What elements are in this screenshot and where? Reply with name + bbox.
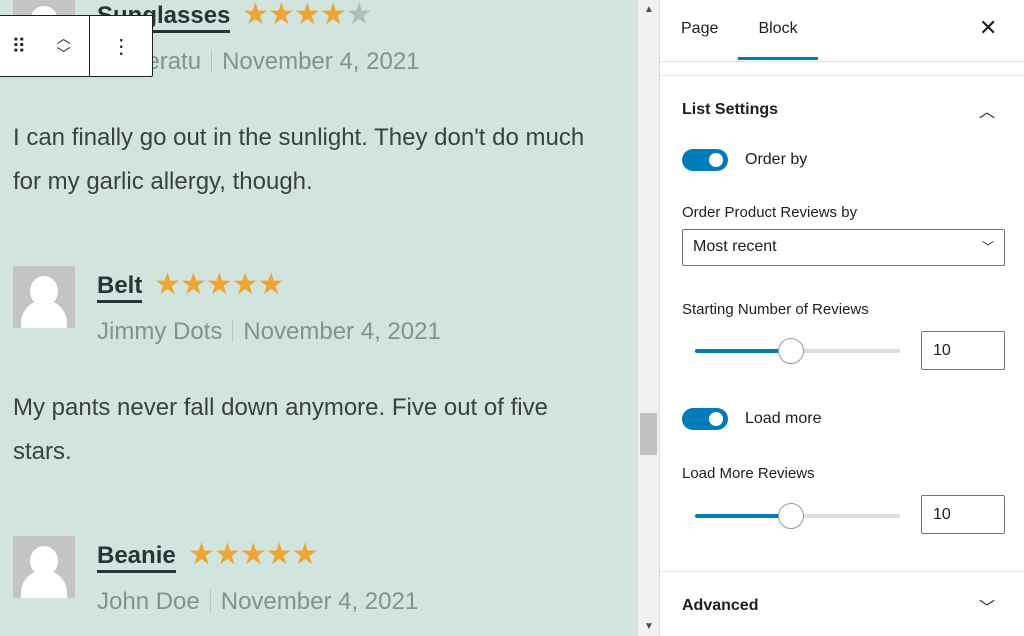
order-by-label: Order by (745, 151, 808, 168)
star-icon: ★ (179, 268, 207, 301)
scroll-down-icon[interactable]: ▼ (644, 621, 654, 632)
chevron-up-icon[interactable]: ︿ (979, 98, 995, 122)
load-more-reviews-label: Load More Reviews (682, 465, 815, 482)
star-rating: ★★★★★ (242, 0, 373, 31)
star-icon: ★ (242, 0, 269, 31)
chevron-down-icon: ﹀ (981, 240, 994, 254)
more-options-button[interactable]: ⋮ (89, 16, 152, 76)
order-reviews-select[interactable]: Most recent ﹀ (682, 229, 1005, 266)
starting-reviews-slider[interactable] (695, 338, 900, 364)
star-rating: ★★★★★ (154, 268, 285, 301)
load-more-reviews-slider[interactable] (695, 503, 900, 529)
scrollbar[interactable]: ▲ ▼ (638, 0, 660, 636)
star-icon: ★ (319, 0, 347, 31)
settings-sidebar: Page Block ✕ List Settings ︿ Order by Or… (661, 0, 1024, 636)
starting-reviews-label: Starting Number of Reviews (682, 301, 869, 318)
close-icon[interactable]: ✕ (979, 15, 997, 41)
divider (661, 61, 1024, 62)
avatar (13, 266, 75, 328)
review-author: John Doe (97, 588, 200, 615)
slider-fill (695, 514, 792, 518)
tab-block[interactable]: Block (738, 18, 818, 60)
scroll-up-icon[interactable]: ▲ (644, 4, 654, 15)
star-icon: ★ (205, 268, 233, 301)
star-icon: ★ (239, 538, 267, 571)
divider (661, 571, 1024, 572)
review-product-link[interactable]: Beanie (97, 542, 176, 573)
load-more-reviews-input[interactable]: 10 (921, 495, 1005, 534)
slider-thumb[interactable] (778, 338, 805, 364)
star-icon: ★ (293, 0, 321, 31)
review-date: November 4, 2021 (243, 318, 441, 345)
star-icon: ★ (188, 538, 215, 571)
editor-canvas: Sunglasses ★★★★★ NosferatuNovember 4, 20… (0, 0, 638, 636)
scrollbar-thumb[interactable] (640, 413, 657, 455)
review-date: November 4, 2021 (220, 588, 419, 615)
drag-handle-icon[interactable]: ⠿ (0, 16, 38, 76)
slider-fill (695, 349, 792, 353)
star-icon: ★ (213, 538, 241, 571)
load-more-label: Load more (745, 410, 822, 427)
review-text: I can finally go out in the sunlight. Th… (13, 124, 585, 195)
review-text: My pants never fall down anymore. Five o… (13, 394, 548, 465)
chevron-up-icon[interactable]: ︿ (57, 30, 71, 46)
order-reviews-label: Order Product Reviews by (682, 204, 858, 221)
review-author: Jimmy Dots (97, 318, 223, 345)
tab-page[interactable]: Page (681, 18, 718, 60)
advanced-header[interactable]: Advanced (682, 597, 758, 615)
block-toolbar: ⠿ ︿ ﹀ ⋮ (0, 15, 153, 77)
star-icon: ★ (231, 268, 259, 301)
order-by-toggle[interactable] (682, 149, 728, 171)
select-value: Most recent (693, 238, 777, 255)
load-more-toggle[interactable] (682, 408, 728, 430)
star-icon: ★ (267, 0, 295, 31)
list-settings-header[interactable]: List Settings (682, 101, 778, 119)
avatar (13, 536, 75, 598)
star-icon: ★ (257, 268, 285, 301)
move-up-down-button[interactable]: ︿ ﹀ (38, 16, 90, 76)
starting-reviews-input[interactable]: 10 (921, 331, 1005, 370)
star-icon: ★ (291, 538, 319, 571)
chevron-down-icon[interactable]: ﹀ (979, 594, 995, 618)
review-product-link[interactable]: Belt (97, 272, 143, 303)
star-icon: ★ (265, 538, 293, 571)
star-icon: ★ (154, 268, 181, 301)
star-rating: ★★★★★ (188, 538, 319, 571)
review-date: November 4, 2021 (222, 48, 420, 75)
divider (661, 75, 1024, 76)
star-icon: ★ (345, 0, 373, 31)
slider-thumb[interactable] (778, 503, 805, 529)
chevron-down-icon[interactable]: ﹀ (57, 46, 71, 62)
